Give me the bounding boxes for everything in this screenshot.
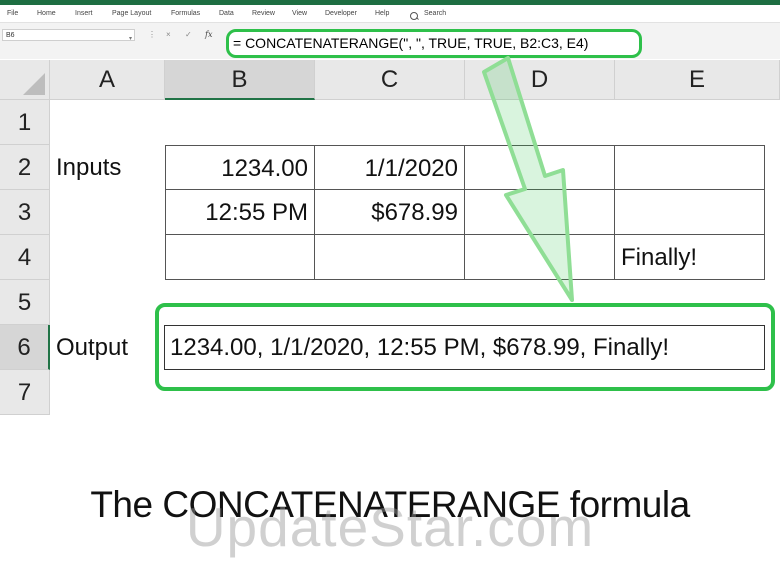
cell-a2[interactable]: Inputs — [50, 145, 165, 190]
cell-e3[interactable] — [615, 190, 765, 235]
tab-page-layout[interactable]: Page Layout — [112, 9, 151, 18]
cell-e4[interactable]: Finally! — [615, 235, 765, 280]
column-header-b[interactable]: B — [165, 60, 315, 100]
select-all-corner[interactable] — [0, 60, 50, 100]
name-box[interactable]: B6 ▾ — [2, 29, 135, 42]
tab-help[interactable]: Help — [375, 9, 389, 18]
search-label[interactable]: Search — [424, 9, 446, 18]
cell-c2[interactable]: 1/1/2020 — [315, 145, 465, 190]
formula-input[interactable]: = CONCATENATERANGE(", ", TRUE, TRUE, B2:… — [226, 29, 642, 58]
row-header-6[interactable]: 6 — [0, 325, 50, 370]
row-header-2[interactable]: 2 — [0, 145, 50, 190]
cell-b4[interactable] — [165, 235, 315, 280]
row-header-7[interactable]: 7 — [0, 370, 50, 415]
tab-insert[interactable]: Insert — [75, 9, 93, 18]
row-header-5[interactable]: 5 — [0, 280, 50, 325]
cell-d3[interactable] — [465, 190, 615, 235]
row-header-1[interactable]: 1 — [0, 100, 50, 145]
cell-a6[interactable]: Output — [50, 325, 165, 370]
cell-d4[interactable] — [465, 235, 615, 280]
watermark: UpdateStar.com — [185, 496, 595, 558]
tab-home[interactable]: Home — [37, 9, 56, 18]
row-header-4[interactable]: 4 — [0, 235, 50, 280]
tab-data[interactable]: Data — [219, 9, 234, 18]
tab-review[interactable]: Review — [252, 9, 275, 18]
tab-file[interactable]: File — [7, 9, 18, 18]
tab-formulas[interactable]: Formulas — [171, 9, 200, 18]
tab-view[interactable]: View — [292, 9, 307, 18]
cell-c4[interactable] — [315, 235, 465, 280]
column-header-e[interactable]: E — [615, 60, 780, 100]
enter-icon[interactable]: ✓ — [185, 31, 192, 39]
search-icon[interactable] — [410, 12, 418, 20]
column-header-a[interactable]: A — [50, 60, 165, 100]
insert-function-icon[interactable]: fx — [205, 31, 212, 39]
cell-c3[interactable]: $678.99 — [315, 190, 465, 235]
more-options-icon: ⋮ — [148, 30, 156, 39]
row-header-3[interactable]: 3 — [0, 190, 50, 235]
cell-e2[interactable] — [615, 145, 765, 190]
tab-developer[interactable]: Developer — [325, 9, 357, 18]
name-box-value: B6 — [6, 32, 15, 39]
select-all-triangle — [23, 73, 45, 95]
cell-b3[interactable]: 12:55 PM — [165, 190, 315, 235]
output-highlight-box — [155, 303, 775, 391]
chevron-down-icon[interactable]: ▾ — [129, 33, 132, 45]
ribbon-tabs: File Home Insert Page Layout Formulas Da… — [0, 5, 780, 23]
column-header-d[interactable]: D — [465, 60, 615, 100]
cancel-icon[interactable]: × — [166, 31, 171, 39]
cell-b2[interactable]: 1234.00 — [165, 145, 315, 190]
cell-d2[interactable] — [465, 145, 615, 190]
column-header-c[interactable]: C — [315, 60, 465, 100]
